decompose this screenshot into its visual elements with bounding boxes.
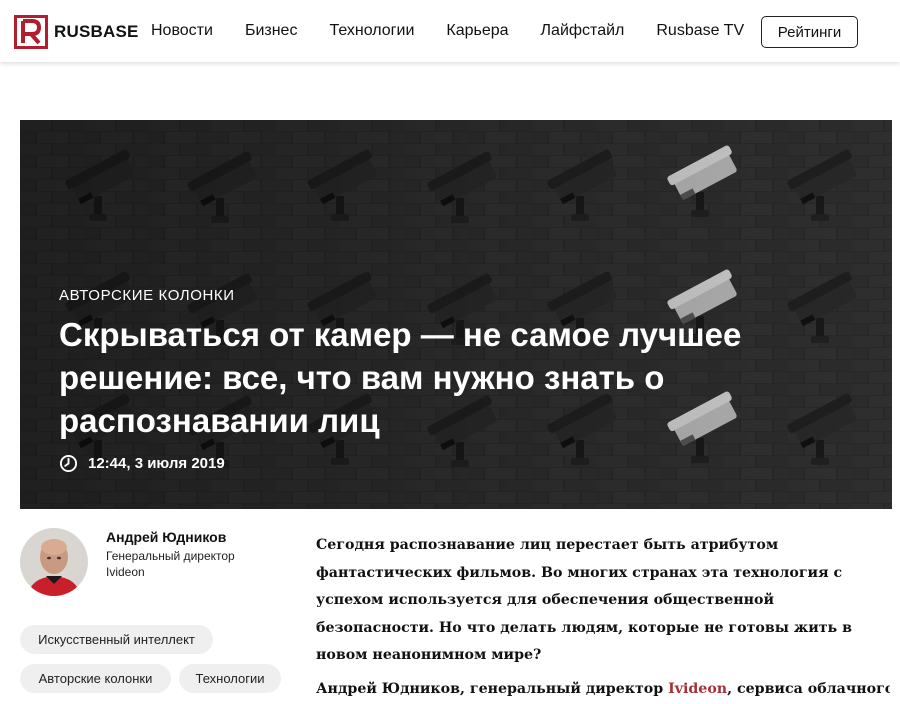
article-lead: Сегодня распознавание лиц перестает быть… — [316, 537, 852, 663]
nav-rusbase-tv[interactable]: Rusbase TV — [656, 22, 744, 40]
site-header: RUSBASE Новости Бизнес Технологии Карьер… — [0, 0, 900, 62]
main-nav: Новости Бизнес Технологии Карьера Лайфст… — [151, 0, 776, 62]
hero-banner[interactable]: Авторские колонки Скрываться от камер — … — [20, 120, 892, 509]
logo-text: RUSBASE — [54, 22, 139, 41]
clock-icon — [59, 454, 78, 473]
nav-lifestyle[interactable]: Лайфстайл — [541, 22, 625, 40]
nav-business[interactable]: Бизнес — [245, 22, 298, 40]
ivideon-link[interactable]: Ivideon — [668, 681, 727, 697]
rusbase-logo-icon — [14, 15, 48, 49]
paragraph-text-end: , сервиса облачного — [727, 681, 890, 697]
tag-technology[interactable]: Технологии — [179, 664, 281, 693]
paragraph-text: Андрей Юдников, генеральный директор — [316, 681, 669, 697]
hero-category-link[interactable]: Авторские колонки — [59, 287, 235, 304]
tag-artificial-intelligence[interactable]: Искусственный интеллект — [20, 625, 213, 654]
author-avatar[interactable] — [20, 528, 88, 596]
article-paragraph: Андрей Юдников, генеральный директор Ivi… — [316, 676, 890, 704]
nav-career[interactable]: Карьера — [446, 22, 508, 40]
publish-time-text: 12:44, 3 июля 2019 — [88, 455, 225, 472]
nav-technology[interactable]: Технологии — [329, 22, 414, 40]
nav-news[interactable]: Новости — [151, 22, 213, 40]
ratings-button[interactable]: Рейтинги — [761, 16, 858, 48]
author-role: Генеральный директор Ivideon — [106, 549, 235, 579]
article-title: Скрываться от камер — не самое лучшее ре… — [59, 316, 742, 439]
publish-time: 12:44, 3 июля 2019 — [59, 454, 225, 473]
author-photo — [20, 528, 88, 596]
author-name[interactable]: Андрей Юдников — [106, 529, 226, 545]
site-logo[interactable]: RUSBASE — [14, 15, 139, 49]
tag-author-columns[interactable]: Авторские колонки — [20, 664, 171, 693]
